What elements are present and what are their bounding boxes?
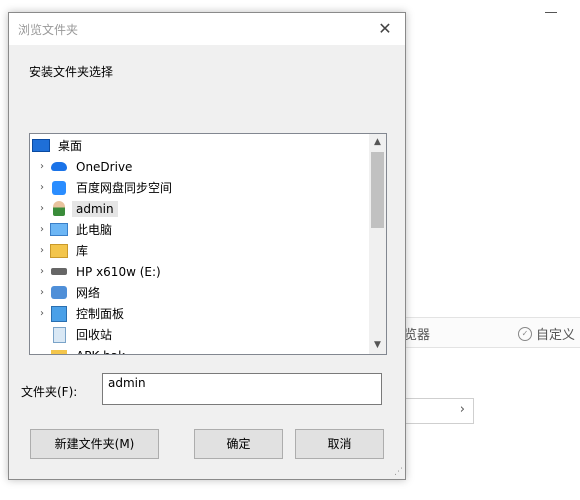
tree-item-label: 回收站 bbox=[76, 328, 113, 342]
tree-item[interactable]: › OneDrive bbox=[30, 156, 372, 177]
tree-item[interactable]: › HP x610w (E:) bbox=[30, 261, 372, 282]
drive-icon-shape bbox=[51, 268, 67, 275]
tree-item-label: APK.bak bbox=[72, 348, 129, 355]
tree-item[interactable]: › 百度网盘同步空间 bbox=[30, 177, 372, 198]
dialog-titlebar[interactable]: 浏览文件夹 ✕ bbox=[9, 13, 405, 45]
scroll-up-arrow-icon[interactable]: ▲ bbox=[369, 134, 386, 151]
minimize-icon[interactable] bbox=[545, 12, 557, 13]
tree-item-label: 控制面板 bbox=[76, 307, 125, 321]
tree-item[interactable]: 回收站 bbox=[30, 324, 372, 345]
tab-custom[interactable]: ✓ 自定义 bbox=[518, 324, 575, 343]
baidu-netdisk-icon bbox=[50, 180, 68, 196]
tree-item-label: 网络 bbox=[76, 286, 101, 300]
close-icon: ✕ bbox=[378, 19, 392, 38]
this-pc-icon bbox=[50, 222, 68, 238]
tree-item[interactable]: › 网络 bbox=[30, 282, 372, 303]
new-folder-button[interactable]: 新建文件夹(M) bbox=[30, 429, 159, 459]
check-circle-icon: ✓ bbox=[518, 326, 532, 341]
browse-folder-dialog: 浏览文件夹 ✕ 安装文件夹选择 APK.bak 回收站 › 控制面板 › 网络 › HP x6… bbox=[8, 12, 406, 480]
folder-field-label: 文件夹(F): bbox=[21, 385, 78, 399]
tree-item-label: admin bbox=[72, 200, 118, 217]
close-button[interactable]: ✕ bbox=[365, 13, 405, 45]
user-icon-shape bbox=[53, 201, 65, 216]
control-panel-icon bbox=[50, 305, 68, 322]
resize-grip-icon[interactable]: ⋰ bbox=[394, 467, 403, 477]
scroll-down-arrow-icon[interactable]: ▼ bbox=[369, 337, 386, 354]
tree-item[interactable]: › 此电脑 bbox=[30, 219, 372, 240]
this-pc-icon-shape bbox=[50, 223, 68, 236]
tree-item-label: 百度网盘同步空间 bbox=[76, 181, 173, 195]
user-icon bbox=[50, 201, 68, 217]
folder-icon-shape bbox=[51, 349, 67, 354]
tab-browser[interactable]: 览器 bbox=[404, 324, 430, 343]
tree-item[interactable]: › 库 bbox=[30, 240, 372, 261]
tree-item[interactable]: › admin bbox=[30, 198, 372, 219]
desktop-icon-shape bbox=[32, 139, 50, 152]
library-icon bbox=[50, 243, 68, 259]
ok-button[interactable]: 确定 bbox=[194, 429, 283, 459]
tree-item-label: 桌面 bbox=[58, 139, 83, 153]
background-path-field[interactable]: › bbox=[404, 398, 474, 424]
divider bbox=[404, 347, 580, 348]
tab-custom-label: 自定义 bbox=[536, 328, 576, 343]
tree-item-label: 此电脑 bbox=[76, 223, 113, 237]
drive-icon bbox=[50, 264, 68, 280]
recycle-bin-icon-shape bbox=[52, 326, 66, 343]
chevron-right-icon[interactable]: › bbox=[34, 161, 50, 172]
folder-name-input[interactable]: admin bbox=[102, 373, 382, 405]
scroll-thumb[interactable] bbox=[371, 152, 384, 228]
chevron-right-icon[interactable]: › bbox=[34, 182, 50, 193]
chevron-right-icon[interactable]: › bbox=[34, 287, 50, 298]
chevron-right-icon[interactable]: › bbox=[34, 266, 50, 277]
dialog-title: 浏览文件夹 bbox=[18, 23, 79, 37]
tree-item-label: 库 bbox=[76, 244, 89, 258]
chevron-right-icon[interactable]: › bbox=[34, 245, 50, 256]
tree-item[interactable]: APK.bak bbox=[30, 345, 372, 355]
chevron-right-icon[interactable]: › bbox=[34, 203, 50, 214]
network-icon-shape bbox=[51, 286, 67, 299]
chevron-right-icon[interactable]: › bbox=[34, 308, 50, 319]
folder-tree[interactable]: APK.bak回收站›控制面板›网络›HP x610w (E:)›库›此电脑›a… bbox=[29, 133, 387, 355]
tree-item[interactable]: › 控制面板 bbox=[30, 303, 372, 324]
tree-scrollbar[interactable]: ▲ ▼ bbox=[369, 134, 386, 354]
tree-item-label: OneDrive bbox=[76, 159, 133, 174]
divider bbox=[404, 317, 580, 318]
desktop-icon bbox=[32, 138, 50, 154]
tree-item[interactable]: 桌面 bbox=[30, 135, 368, 156]
folder-icon bbox=[50, 348, 68, 354]
chevron-right-icon[interactable]: › bbox=[34, 224, 50, 235]
chevron-right-icon: › bbox=[459, 402, 465, 417]
tree-item-label: HP x610w (E:) bbox=[76, 264, 161, 279]
baidu-netdisk-icon-shape bbox=[52, 180, 66, 195]
onedrive-cloud-icon-shape bbox=[51, 162, 67, 171]
network-icon bbox=[50, 285, 68, 301]
library-icon-shape bbox=[50, 243, 68, 258]
dialog-instruction: 安装文件夹选择 bbox=[29, 65, 114, 79]
onedrive-cloud-icon bbox=[50, 159, 68, 175]
recycle-bin-icon bbox=[50, 326, 68, 343]
cancel-button[interactable]: 取消 bbox=[295, 429, 384, 459]
control-panel-icon-shape bbox=[51, 305, 67, 322]
